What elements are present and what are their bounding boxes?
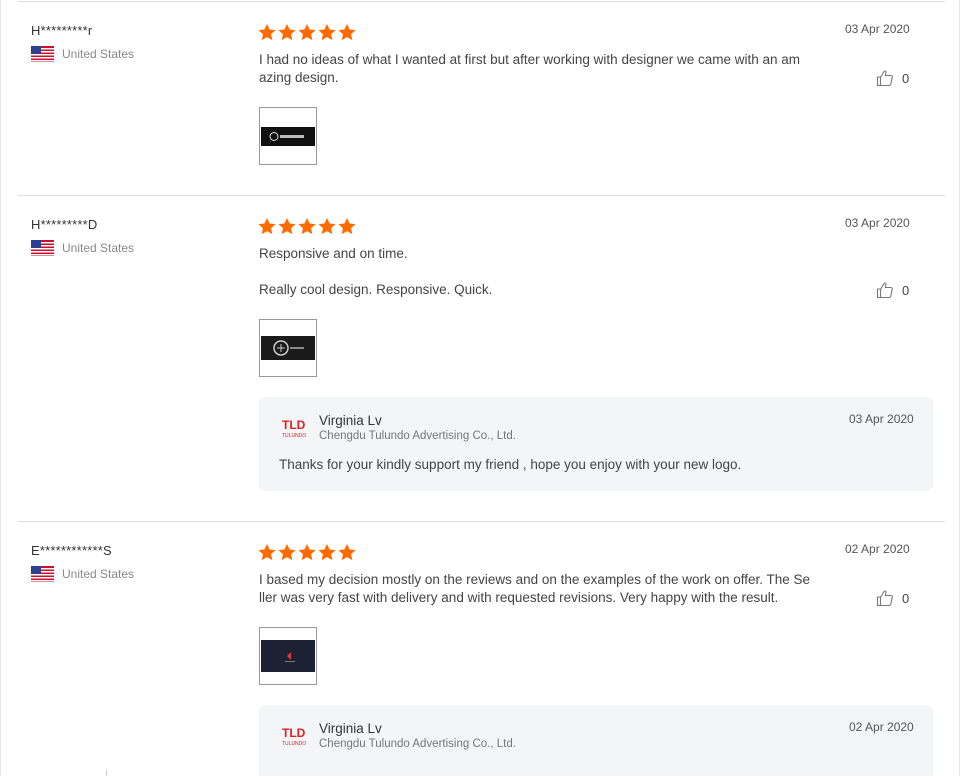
thumbs-up-icon [876, 282, 893, 299]
review-date: 03 Apr 2020 [845, 22, 910, 36]
logo-mark-icon [269, 132, 304, 141]
divider [18, 521, 945, 522]
star-icon [318, 544, 336, 561]
star-icon [298, 218, 316, 235]
thumbs-up-icon [876, 590, 893, 607]
seller-company: Chengdu Tulundo Advertising Co., Ltd. [319, 430, 516, 442]
star-icon [338, 24, 356, 41]
star-icon [298, 544, 316, 561]
svg-text:TLD: TLD [282, 418, 306, 432]
logo-preview [261, 640, 315, 672]
star-icon [338, 218, 356, 235]
review-image-thumbnail[interactable] [259, 627, 317, 685]
review-text-followup: Really cool design. Responsive. Quick. [259, 282, 493, 297]
us-flag-icon [31, 566, 54, 582]
country-label: United States [62, 567, 135, 581]
review-text-line: ller was very fast with delivery and wit… [259, 590, 779, 605]
us-flag-icon [31, 46, 54, 62]
reviews-panel: H*********r United States I had no ideas… [0, 0, 964, 776]
review-date: 03 Apr 2020 [845, 216, 910, 230]
svg-text:TULUNDO: TULUNDO [282, 433, 306, 439]
review-image-thumbnail[interactable] [259, 107, 317, 165]
star-icon [258, 24, 276, 41]
star-rating [258, 24, 356, 41]
star-rating [258, 544, 356, 561]
review-text-line: I had no ideas of what I wanted at first… [259, 52, 801, 67]
review-text: I based my decision mostly on the review… [259, 571, 825, 607]
seller-reply: TLD TULUNDO Virginia Lv Chengdu Tulundo … [259, 705, 933, 776]
star-icon [278, 24, 296, 41]
buyer-name: H*********D [31, 217, 98, 232]
buyer-country: United States [31, 46, 134, 62]
like-button[interactable]: 0 [876, 69, 909, 87]
seller-name: Virginia Lv [319, 413, 382, 428]
like-button[interactable]: 0 [876, 281, 909, 299]
star-icon [338, 544, 356, 561]
buyer-country: United States [31, 240, 134, 256]
seller-reply: TLD TULUNDO Virginia Lv Chengdu Tulundo … [259, 397, 933, 491]
star-icon [318, 218, 336, 235]
right-border [959, 0, 960, 776]
seller-name: Virginia Lv [319, 721, 382, 736]
country-label: United States [62, 241, 135, 255]
star-icon [298, 24, 316, 41]
reply-date: 03 Apr 2020 [849, 412, 914, 426]
review-text: Responsive and on time. [259, 246, 408, 261]
like-button[interactable]: 0 [876, 589, 909, 607]
review-image-thumbnail[interactable] [259, 319, 317, 377]
review-text-line: azing design. [259, 70, 339, 85]
review-date: 02 Apr 2020 [845, 542, 910, 556]
logo-mark-icon [285, 652, 295, 662]
seller-company: Chengdu Tulundo Advertising Co., Ltd. [319, 738, 516, 750]
star-rating [258, 218, 356, 235]
star-icon [258, 218, 276, 235]
left-border [0, 0, 1, 776]
buyer-name: E************S [31, 543, 112, 558]
star-icon [258, 544, 276, 561]
logo-mark-icon [273, 340, 304, 356]
star-icon [278, 544, 296, 561]
thumbs-up-icon [876, 70, 893, 87]
star-icon [318, 24, 336, 41]
logo-preview [261, 127, 315, 146]
svg-text:TULUNDO: TULUNDO [282, 741, 306, 747]
like-count: 0 [902, 590, 910, 606]
like-count: 0 [902, 70, 910, 86]
seller-logo-icon: TLD TULUNDO [282, 726, 306, 747]
buyer-country: United States [31, 566, 134, 582]
reply-date: 02 Apr 2020 [849, 720, 914, 734]
review-text-line: I based my decision mostly on the review… [259, 572, 811, 587]
review-text: I had no ideas of what I wanted at first… [259, 51, 825, 87]
seller-logo-icon: TLD TULUNDO [282, 418, 306, 439]
like-count: 0 [902, 282, 910, 298]
svg-text:TLD: TLD [282, 726, 306, 740]
buyer-name: H*********r [31, 23, 93, 38]
us-flag-icon [31, 240, 54, 256]
divider [18, 195, 945, 196]
country-label: United States [62, 47, 135, 61]
star-icon [278, 218, 296, 235]
logo-preview [261, 336, 315, 360]
divider [106, 770, 107, 776]
divider [18, 1, 945, 2]
reply-text: Thanks for your kindly support my friend… [279, 457, 742, 472]
